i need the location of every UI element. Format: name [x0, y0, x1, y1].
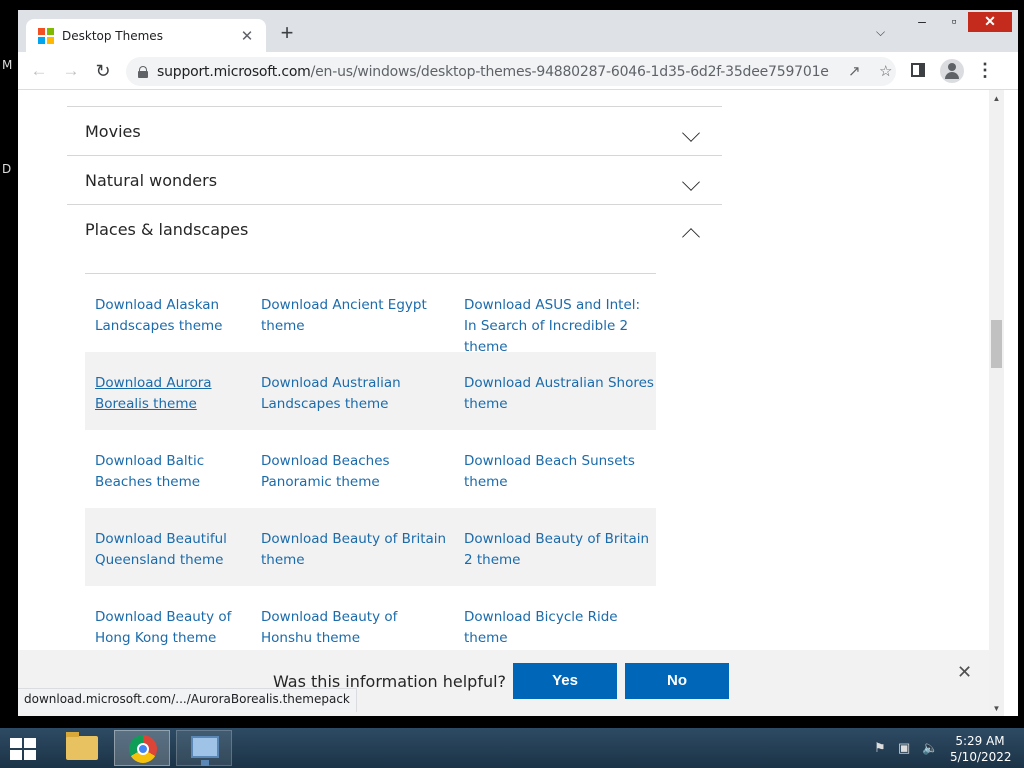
url-host: support.microsoft.com	[157, 63, 311, 80]
theme-download-link[interactable]: Download ASUS and Intel: In Search of In…	[464, 295, 654, 358]
theme-download-link[interactable]: Download Beaches Panoramic theme	[261, 451, 451, 493]
url-text[interactable]: support.microsoft.com/en-us/windows/desk…	[157, 64, 829, 80]
accordion-places-landscapes[interactable]: Places & landscapes	[67, 204, 722, 253]
server-manager-icon	[191, 736, 219, 766]
bookmark-star-icon[interactable]: ☆	[879, 62, 892, 80]
tab-close-icon[interactable]: ✕	[238, 27, 256, 45]
tab-search-chevron-icon[interactable]: ⌵	[876, 25, 885, 40]
lock-icon[interactable]	[138, 65, 148, 78]
taskbar: ⚑ ▣ 🔈 5:29 AM 5/10/2022	[0, 728, 1024, 768]
theme-row: Download Alaskan Landscapes theme Downlo…	[85, 274, 656, 355]
accordion-label: Movies	[85, 121, 141, 141]
minimize-button[interactable]: –	[908, 12, 936, 32]
tab-desktop-themes[interactable]: Desktop Themes ✕	[26, 19, 266, 53]
feedback-close-icon[interactable]: ✕	[957, 662, 972, 683]
scroll-thumb[interactable]	[991, 320, 1002, 368]
volume-muted-icon[interactable]: 🔈	[922, 740, 938, 756]
theme-download-link[interactable]: Download Alaskan Landscapes theme	[95, 295, 245, 337]
maximize-button[interactable]: ▫	[940, 12, 968, 32]
theme-download-link[interactable]: Download Ancient Egypt theme	[261, 295, 451, 337]
desktop-edge-letter: M	[2, 58, 13, 72]
chrome-window: Desktop Themes ✕ + ⌵ – ▫ ✕ ← → ↻ support…	[18, 10, 1018, 716]
chevron-down-icon	[682, 173, 700, 191]
browser-toolbar: ← → ↻ support.microsoft.com/en-us/window…	[18, 52, 1018, 90]
theme-download-link[interactable]: Download Australian Landscapes theme	[261, 373, 451, 415]
forward-arrow-icon[interactable]: →	[60, 60, 82, 82]
accordion-label: Natural wonders	[85, 170, 218, 190]
side-panel-icon[interactable]	[911, 63, 925, 77]
theme-download-link[interactable]: Download Bicycle Ride theme	[464, 607, 654, 649]
theme-download-link[interactable]: Download Beauty of Britain theme	[261, 529, 451, 571]
kebab-menu-icon[interactable]: ⋮	[976, 60, 994, 80]
theme-download-link[interactable]: Download Aurora Borealis theme	[95, 373, 245, 415]
theme-download-link[interactable]: Download Australian Shores theme	[464, 373, 654, 415]
tab-title: Desktop Themes	[62, 29, 163, 43]
theme-download-link[interactable]: Download Beautiful Queensland theme	[95, 529, 245, 571]
chevron-up-icon	[682, 228, 700, 246]
status-bubble-url: download.microsoft.com/.../AuroraBoreali…	[18, 688, 357, 712]
chrome-taskbar-button[interactable]	[114, 730, 170, 766]
chrome-icon	[129, 735, 157, 763]
window-frame	[1004, 90, 1018, 716]
scroll-down-arrow-icon[interactable]: ▼	[989, 702, 1004, 716]
accordion-label: Places & landscapes	[85, 219, 249, 239]
action-center-flag-icon[interactable]: ⚑	[874, 740, 886, 756]
theme-download-link[interactable]: Download Beach Sunsets theme	[464, 451, 654, 493]
scroll-up-arrow-icon[interactable]: ▲	[989, 92, 1004, 106]
accordion-natural-wonders[interactable]: Natural wonders	[67, 155, 722, 204]
tab-strip: Desktop Themes ✕ + ⌵ – ▫ ✕	[18, 10, 1018, 53]
url-path: /en-us/windows/desktop-themes-94880287-6…	[310, 63, 829, 80]
share-icon[interactable]: ↗	[848, 62, 861, 80]
system-clock[interactable]: 5:29 AM 5/10/2022	[950, 733, 1012, 765]
desktop-edge-letter: D	[2, 162, 12, 176]
network-icon[interactable]: ▣	[898, 740, 910, 756]
accordion-movies[interactable]: Movies	[67, 106, 722, 155]
profile-avatar-icon[interactable]	[940, 59, 964, 83]
theme-row: Download Beautiful Queensland theme Down…	[85, 508, 656, 586]
theme-row: Download Baltic Beaches theme Download B…	[85, 430, 656, 508]
page-viewport: Movies Natural wonders Places & landscap…	[18, 90, 989, 716]
chevron-down-icon	[682, 124, 700, 142]
theme-download-link[interactable]: Download Baltic Beaches theme	[95, 451, 245, 493]
file-explorer-taskbar-button[interactable]	[58, 730, 114, 766]
server-manager-taskbar-button[interactable]	[176, 730, 232, 766]
microsoft-logo-icon	[38, 28, 54, 44]
theme-row: Download Aurora Borealis theme Download …	[85, 352, 656, 430]
vertical-scrollbar[interactable]: ▲ ▼	[989, 90, 1004, 716]
feedback-yes-button[interactable]: Yes	[513, 663, 617, 699]
address-bar[interactable]: support.microsoft.com/en-us/windows/desk…	[126, 57, 896, 86]
theme-download-link[interactable]: Download Beauty of Hong Kong theme	[95, 607, 245, 649]
back-arrow-icon[interactable]: ←	[28, 60, 50, 82]
reload-icon[interactable]: ↻	[92, 60, 114, 82]
folder-icon	[66, 732, 98, 760]
close-window-button[interactable]: ✕	[968, 12, 1012, 32]
clock-date: 5/10/2022	[950, 750, 1012, 764]
new-tab-button[interactable]: +	[276, 22, 298, 45]
theme-download-link[interactable]: Download Beauty of Britain 2 theme	[464, 529, 654, 571]
clock-time: 5:29 AM	[955, 734, 1005, 748]
windows-start-icon[interactable]	[10, 738, 38, 760]
theme-download-link[interactable]: Download Beauty of Honshu theme	[261, 607, 451, 649]
feedback-no-button[interactable]: No	[625, 663, 729, 699]
